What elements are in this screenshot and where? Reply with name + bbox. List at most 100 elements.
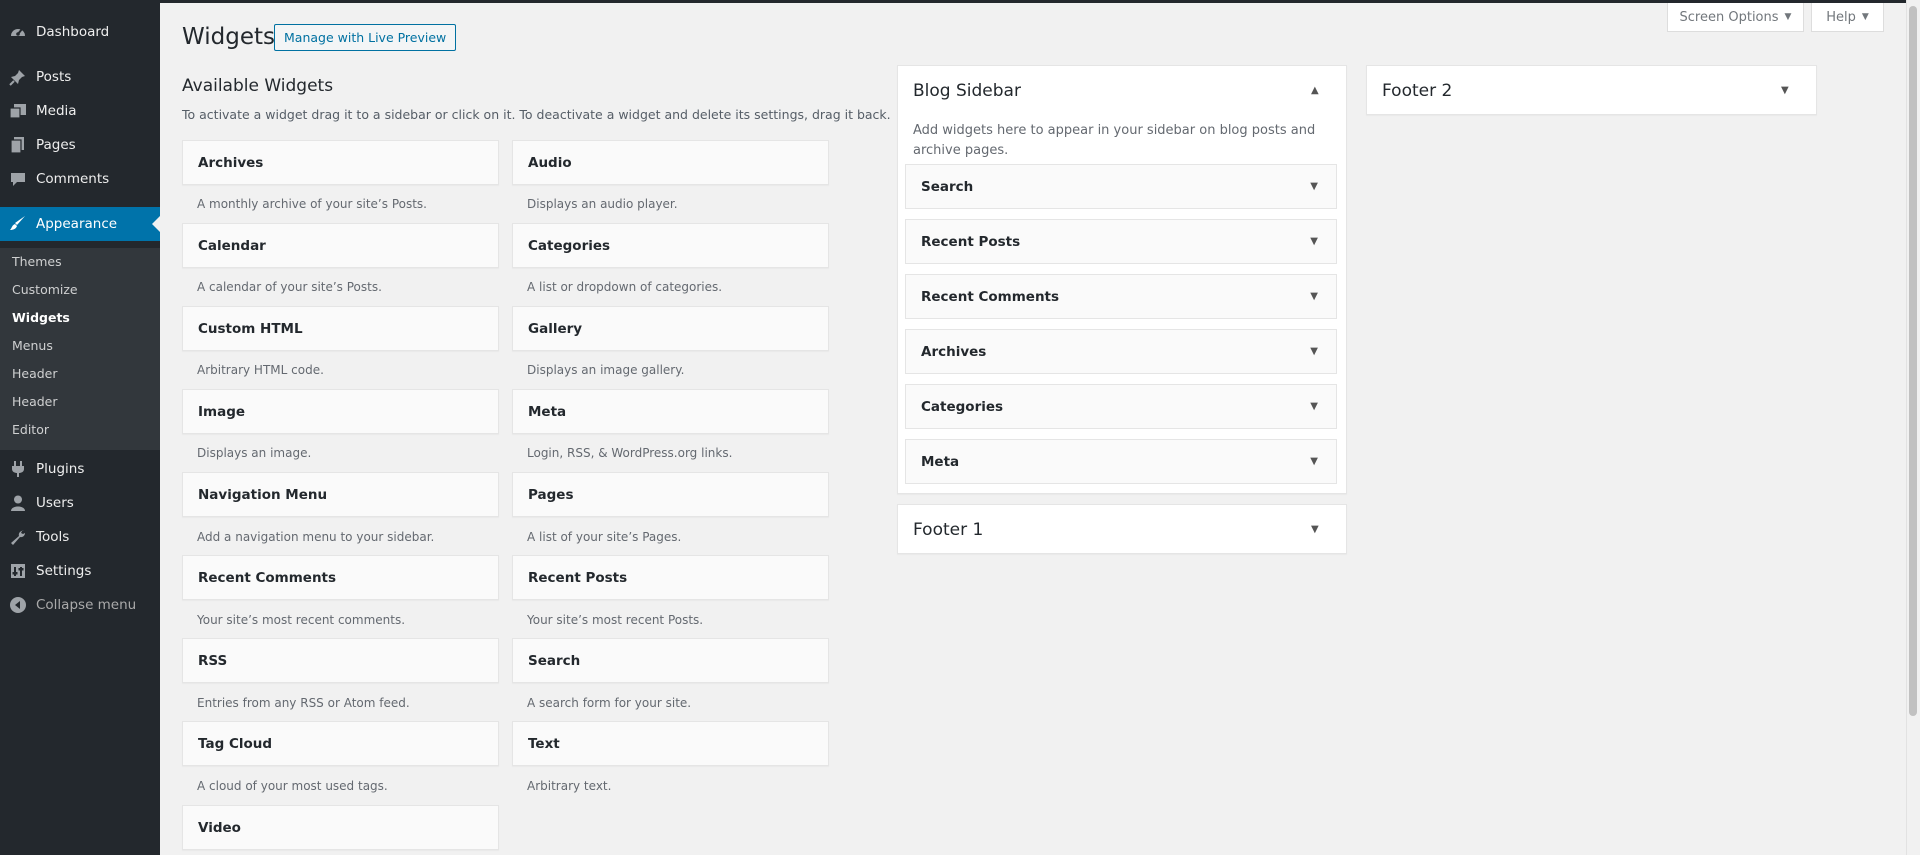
widget-categories[interactable]: Categories	[512, 223, 829, 268]
widget-title: Meta	[921, 453, 960, 470]
widget-text[interactable]: Text	[512, 721, 829, 766]
expand-arrow-icon[interactable]: ▼	[1310, 181, 1318, 192]
sidebar-widget-categories[interactable]: Categories ▼	[905, 384, 1337, 429]
widget-description: A monthly archive of your site’s Posts.	[197, 197, 427, 211]
brush-icon	[9, 214, 27, 232]
dashboard-icon	[9, 23, 27, 41]
submenu-customize[interactable]: Customize	[12, 282, 78, 297]
plug-icon	[9, 460, 27, 478]
top-border	[160, 0, 1920, 3]
menu-label-comments: Comments	[36, 171, 110, 187]
sidebar-widget-search[interactable]: Search ▼	[905, 164, 1337, 209]
available-widgets-description: To activate a widget drag it to a sideba…	[182, 107, 891, 122]
menu-item-tools[interactable]: Tools	[0, 521, 160, 553]
menu-item-appearance[interactable]: Appearance	[0, 207, 160, 241]
expand-arrow-icon[interactable]: ▼	[1310, 236, 1318, 247]
expand-arrow-icon[interactable]: ▼	[1310, 401, 1318, 412]
submenu-widgets[interactable]: Widgets	[12, 310, 70, 325]
submenu-header-2[interactable]: Header	[12, 394, 58, 409]
widget-description: Login, RSS, & WordPress.org links.	[527, 446, 733, 460]
collapse-arrow-up-icon[interactable]: ▲	[1311, 85, 1319, 96]
collapse-menu-button[interactable]: Collapse menu	[0, 589, 160, 621]
page-title: Widgets	[182, 24, 275, 50]
menu-item-media[interactable]: Media	[0, 95, 160, 127]
widget-description: Displays an image gallery.	[527, 363, 685, 377]
menu-item-comments[interactable]: Comments	[0, 163, 160, 195]
expand-arrow-icon[interactable]: ▼	[1310, 456, 1318, 467]
expand-arrow-icon[interactable]: ▼	[1310, 346, 1318, 357]
appearance-submenu: Themes Customize Widgets Menus Header He…	[0, 248, 160, 450]
widget-description: Displays an image.	[197, 446, 312, 460]
widget-description: Arbitrary HTML code.	[197, 363, 324, 377]
sidebar-title[interactable]: Footer 1	[913, 520, 983, 540]
widget-pages[interactable]: Pages	[512, 472, 829, 517]
menu-label-tools: Tools	[36, 529, 70, 545]
expand-arrow-icon[interactable]: ▼	[1781, 85, 1789, 96]
widget-recent-comments[interactable]: Recent Comments	[182, 555, 499, 600]
sidebar-widget-recent-posts[interactable]: Recent Posts ▼	[905, 219, 1337, 264]
expand-arrow-icon[interactable]: ▼	[1310, 291, 1318, 302]
help-button[interactable]: Help ▼	[1811, 3, 1884, 32]
widget-audio[interactable]: Audio	[512, 140, 829, 185]
widget-archives[interactable]: Archives	[182, 140, 499, 185]
menu-label-users: Users	[36, 495, 74, 511]
menu-label-appearance: Appearance	[36, 216, 118, 232]
pages-icon	[9, 136, 27, 154]
widget-description: Add a navigation menu to your sidebar.	[197, 530, 435, 544]
widget-title: Search	[921, 178, 974, 195]
vertical-scrollbar[interactable]	[1906, 0, 1920, 855]
footer-2-panel[interactable]: Footer 2 ▼	[1366, 65, 1817, 115]
widget-image[interactable]: Image	[182, 389, 499, 434]
widget-recent-posts[interactable]: Recent Posts	[512, 555, 829, 600]
media-icon	[9, 102, 27, 120]
menu-item-posts[interactable]: Posts	[0, 61, 160, 93]
widget-navigation-menu[interactable]: Navigation Menu	[182, 472, 499, 517]
widget-tag-cloud[interactable]: Tag Cloud	[182, 721, 499, 766]
caret-down-icon: ▼	[1784, 12, 1792, 22]
sidebar-widget-meta[interactable]: Meta ▼	[905, 439, 1337, 484]
widget-rss[interactable]: RSS	[182, 638, 499, 683]
widget-description: A search form for your site.	[527, 696, 692, 710]
widget-description: A list of your site’s Pages.	[527, 530, 682, 544]
screen-options-button[interactable]: Screen Options ▼	[1667, 3, 1804, 32]
widget-description: A cloud of your most used tags.	[197, 779, 388, 793]
widget-search[interactable]: Search	[512, 638, 829, 683]
submenu-editor[interactable]: Editor	[12, 422, 49, 437]
sidebar-widget-archives[interactable]: Archives ▼	[905, 329, 1337, 374]
expand-arrow-icon[interactable]: ▼	[1311, 524, 1319, 535]
menu-item-settings[interactable]: Settings	[0, 555, 160, 587]
user-icon	[9, 494, 27, 512]
submenu-menus[interactable]: Menus	[12, 338, 53, 353]
widget-custom-html[interactable]: Custom HTML	[182, 306, 499, 351]
sidebar-title[interactable]: Blog Sidebar	[913, 81, 1021, 101]
menu-item-dashboard[interactable]: Dashboard	[0, 16, 160, 48]
widget-title: Archives	[921, 343, 987, 360]
footer-1-panel[interactable]: Footer 1 ▼	[897, 504, 1347, 554]
menu-label-pages: Pages	[36, 137, 76, 153]
settings-icon	[9, 562, 27, 580]
menu-label-collapse: Collapse menu	[36, 597, 137, 613]
menu-label-plugins: Plugins	[36, 461, 85, 477]
menu-label-media: Media	[36, 103, 77, 119]
sidebar-widget-recent-comments[interactable]: Recent Comments ▼	[905, 274, 1337, 319]
widget-description: A list or dropdown of categories.	[527, 280, 723, 294]
submenu-header[interactable]: Header	[12, 366, 58, 381]
menu-item-users[interactable]: Users	[0, 487, 160, 519]
menu-item-pages[interactable]: Pages	[0, 129, 160, 161]
menu-item-plugins[interactable]: Plugins	[0, 453, 160, 485]
widget-description: Arbitrary text.	[527, 779, 612, 793]
menu-label-dashboard: Dashboard	[36, 24, 110, 40]
widget-description: Your site’s most recent comments.	[197, 613, 406, 627]
pushpin-icon	[9, 68, 27, 86]
widget-video[interactable]: Video	[182, 805, 499, 850]
widget-gallery[interactable]: Gallery	[512, 306, 829, 351]
widget-meta[interactable]: Meta	[512, 389, 829, 434]
widget-title: Recent Posts	[921, 233, 1021, 250]
sidebar-title[interactable]: Footer 2	[1382, 81, 1452, 101]
scrollbar-thumb[interactable]	[1909, 6, 1917, 716]
widget-calendar[interactable]: Calendar	[182, 223, 499, 268]
help-label: Help	[1826, 9, 1856, 25]
widget-description: Displays an audio player.	[527, 197, 678, 211]
manage-live-preview-button[interactable]: Manage with Live Preview	[274, 24, 457, 51]
submenu-themes[interactable]: Themes	[12, 254, 62, 269]
